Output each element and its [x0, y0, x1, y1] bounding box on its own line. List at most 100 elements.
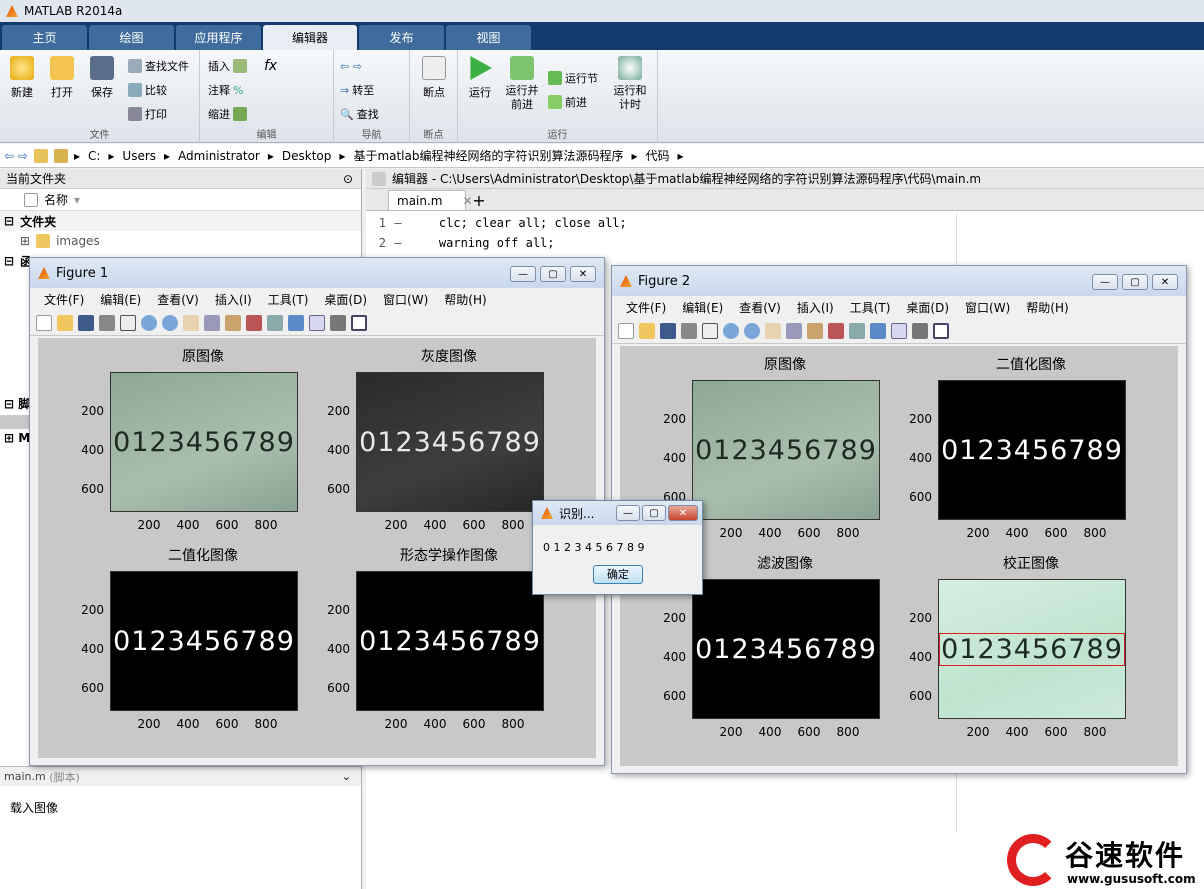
- insert-button[interactable]: 插入: [208, 56, 247, 76]
- code-area[interactable]: 1– clc; clear all; close all; 2– warning…: [366, 211, 1204, 253]
- pan-icon[interactable]: [183, 314, 199, 331]
- save-icon[interactable]: [78, 314, 94, 331]
- chevron-down-icon[interactable]: ⌄: [342, 770, 351, 783]
- link-icon[interactable]: [267, 314, 283, 331]
- legend-icon[interactable]: [309, 314, 325, 331]
- new-button[interactable]: 新建: [2, 56, 42, 100]
- minimize-button[interactable]: —: [1092, 274, 1118, 290]
- minimize-button[interactable]: —: [510, 266, 536, 282]
- zoom-in-icon[interactable]: [723, 322, 739, 339]
- maximize-button[interactable]: ▢: [642, 505, 666, 521]
- menu-tools[interactable]: 工具(T): [842, 299, 899, 316]
- close-button[interactable]: ✕: [1152, 274, 1178, 290]
- compare-button[interactable]: 比较: [128, 80, 167, 100]
- menu-help[interactable]: 帮助(H): [436, 291, 494, 308]
- tab-publish[interactable]: 发布: [359, 25, 444, 50]
- show-plot-tools-icon[interactable]: [351, 314, 367, 331]
- ok-button[interactable]: 确定: [593, 565, 643, 584]
- crumb-project[interactable]: 基于matlab编程神经网络的字符识别算法源码程序: [353, 147, 623, 164]
- crumb-administrator[interactable]: Administrator: [178, 149, 260, 163]
- pointer-icon[interactable]: [120, 314, 136, 331]
- run-button[interactable]: 运行: [460, 56, 500, 100]
- close-button[interactable]: ✕: [668, 505, 698, 521]
- selected-row[interactable]: [0, 415, 30, 429]
- menu-view[interactable]: 查看(V): [149, 291, 207, 308]
- open-folder-icon[interactable]: [57, 314, 73, 331]
- indent-button[interactable]: 缩进: [208, 104, 247, 124]
- menu-insert[interactable]: 插入(I): [207, 291, 260, 308]
- advance-button[interactable]: 前进: [548, 92, 587, 112]
- scripts-section[interactable]: ⊟ 脚: [4, 395, 30, 412]
- menu-file[interactable]: 文件(F): [618, 299, 674, 316]
- goto-button[interactable]: ⇒ 转至: [340, 80, 374, 100]
- crumb-users[interactable]: Users: [122, 149, 156, 163]
- run-section-button[interactable]: 运行节: [548, 68, 598, 88]
- link-icon[interactable]: [849, 322, 865, 339]
- run-advance-button[interactable]: 运行并 前进: [502, 56, 542, 112]
- menu-help[interactable]: 帮助(H): [1018, 299, 1076, 316]
- zoom-in-icon[interactable]: [141, 314, 157, 331]
- hide-plot-tools-icon[interactable]: [330, 314, 346, 331]
- menu-desktop[interactable]: 桌面(D): [898, 299, 957, 316]
- brush-icon[interactable]: [828, 322, 844, 339]
- open-folder-icon[interactable]: [639, 322, 655, 339]
- zoom-out-icon[interactable]: [162, 314, 178, 331]
- print-button[interactable]: 打印: [128, 104, 167, 124]
- hide-plot-tools-icon[interactable]: [912, 322, 928, 339]
- menu-view[interactable]: 查看(V): [731, 299, 789, 316]
- data-cursor-icon[interactable]: [225, 314, 241, 331]
- column-header[interactable]: 名称 ▾: [0, 189, 361, 211]
- menu-insert[interactable]: 插入(I): [789, 299, 842, 316]
- zoom-out-icon[interactable]: [744, 322, 760, 339]
- pointer-icon[interactable]: [702, 322, 718, 339]
- menu-window[interactable]: 窗口(W): [375, 291, 436, 308]
- add-tab-button[interactable]: +: [466, 190, 492, 210]
- data-cursor-icon[interactable]: [807, 322, 823, 339]
- tab-main-m[interactable]: main.m ✕: [388, 190, 473, 210]
- fx-button[interactable]: fx: [264, 56, 277, 76]
- nav-back-forward-icons[interactable]: ⇦ ⇨: [4, 149, 28, 163]
- save-button[interactable]: 保存: [82, 56, 122, 100]
- colorbar-icon[interactable]: [288, 314, 304, 331]
- folder-up-icon[interactable]: [33, 148, 48, 163]
- crumb-c[interactable]: C:: [88, 149, 100, 163]
- m-section[interactable]: ⊞ M: [4, 431, 30, 445]
- open-button[interactable]: 打开: [42, 56, 82, 100]
- find-button[interactable]: 🔍 查找: [340, 104, 379, 124]
- show-plot-tools-icon[interactable]: [933, 322, 949, 339]
- details-header[interactable]: main.m (脚本) ⌄: [0, 766, 361, 786]
- menu-edit[interactable]: 编辑(E): [674, 299, 731, 316]
- brush-icon[interactable]: [246, 314, 262, 331]
- menu-edit[interactable]: 编辑(E): [92, 291, 149, 308]
- close-button[interactable]: ✕: [570, 266, 596, 282]
- folder-section[interactable]: ⊟ 文件夹: [0, 211, 361, 231]
- run-and-time-button[interactable]: 运行和 计时: [610, 56, 650, 112]
- tab-editor[interactable]: 编辑器: [263, 25, 357, 50]
- tab-home[interactable]: 主页: [2, 25, 87, 50]
- menu-window[interactable]: 窗口(W): [957, 299, 1018, 316]
- new-figure-icon[interactable]: [36, 314, 52, 331]
- crumb-desktop[interactable]: Desktop: [282, 149, 332, 163]
- pane-menu-icon[interactable]: ⊙: [343, 172, 353, 186]
- breakpoints-button[interactable]: 断点: [414, 56, 454, 100]
- tab-apps[interactable]: 应用程序: [176, 25, 261, 50]
- print-icon[interactable]: [99, 314, 115, 331]
- maximize-button[interactable]: ▢: [540, 266, 566, 282]
- minimize-button[interactable]: —: [616, 505, 640, 521]
- save-icon[interactable]: [660, 322, 676, 339]
- comment-button[interactable]: 注释%: [208, 80, 243, 100]
- maximize-button[interactable]: ▢: [1122, 274, 1148, 290]
- tab-view[interactable]: 视图: [446, 25, 531, 50]
- menu-file[interactable]: 文件(F): [36, 291, 92, 308]
- menu-tools[interactable]: 工具(T): [260, 291, 317, 308]
- browse-folder-icon[interactable]: [53, 148, 68, 163]
- list-item[interactable]: ⊞ images: [0, 231, 361, 251]
- legend-icon[interactable]: [891, 322, 907, 339]
- colorbar-icon[interactable]: [870, 322, 886, 339]
- find-files-button[interactable]: 查找文件: [128, 56, 189, 76]
- print-icon[interactable]: [681, 322, 697, 339]
- crumb-code[interactable]: 代码: [646, 147, 670, 164]
- tab-plots[interactable]: 绘图: [89, 25, 174, 50]
- new-figure-icon[interactable]: [618, 322, 634, 339]
- menu-desktop[interactable]: 桌面(D): [316, 291, 375, 308]
